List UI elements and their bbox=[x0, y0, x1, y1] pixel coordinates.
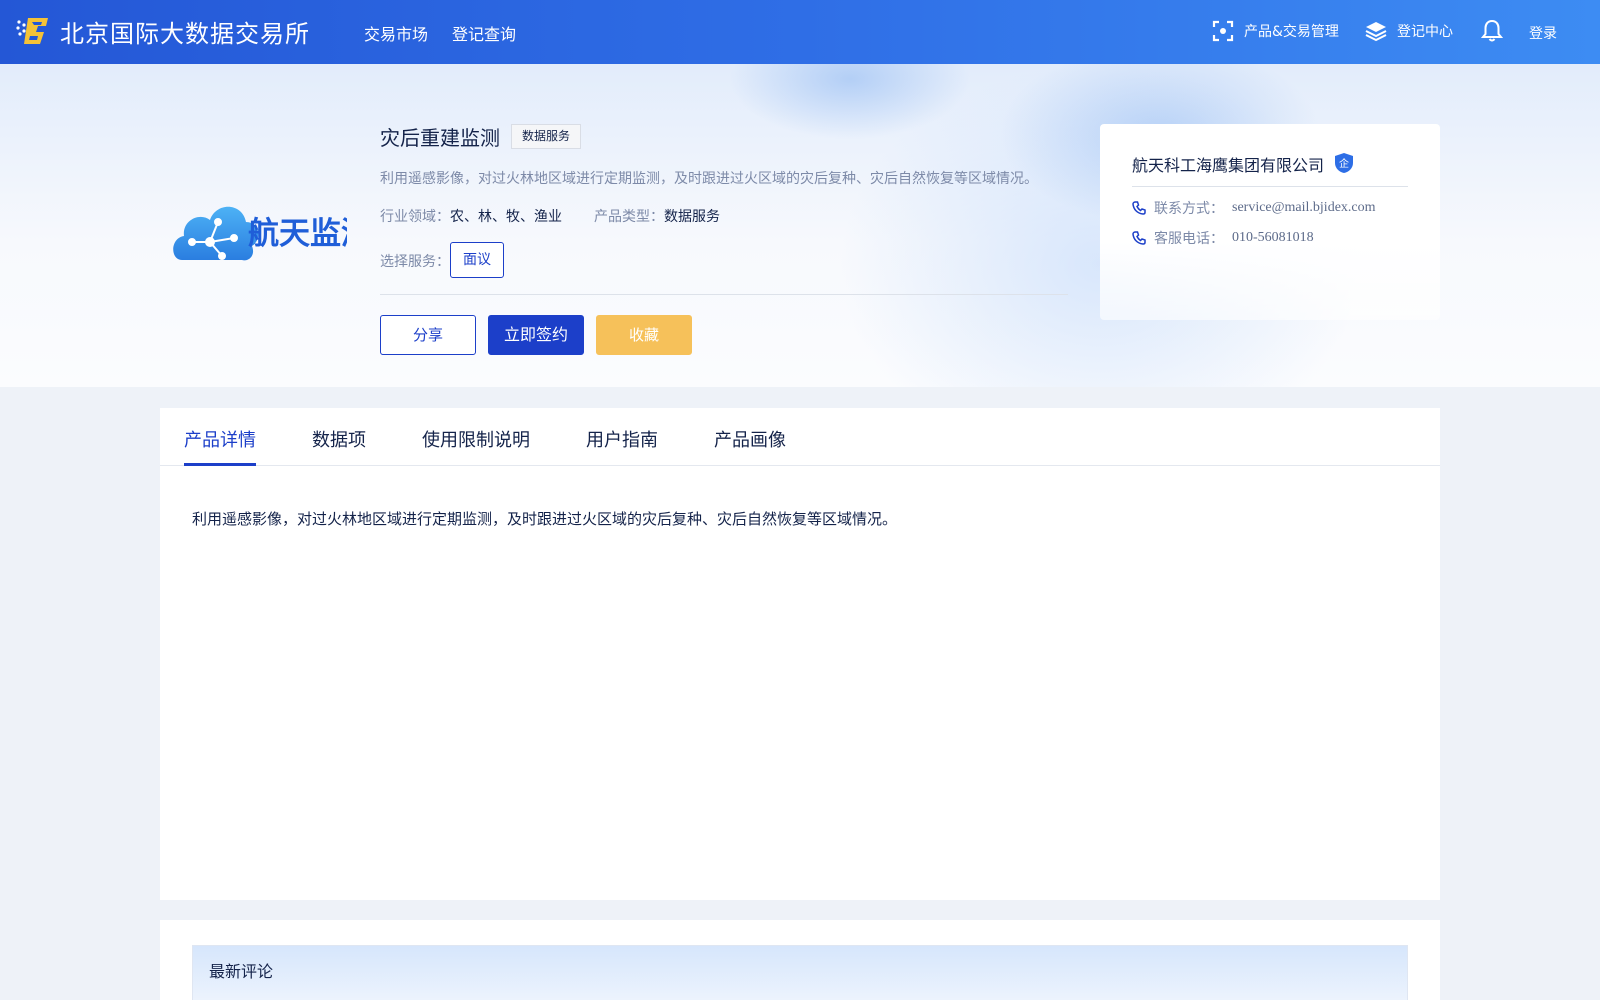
nav-trade-market[interactable]: 交易市场 bbox=[364, 21, 428, 45]
product-type-label: 产品类型： bbox=[594, 209, 664, 225]
scan-icon bbox=[1212, 20, 1234, 42]
company-name[interactable]: 航天科工海鹰集团有限公司 bbox=[1132, 152, 1324, 176]
tab-user-guide[interactable]: 用户指南 bbox=[586, 426, 658, 452]
product-type-value: 数据服务 bbox=[664, 209, 720, 225]
product-title: 灾后重建监测 bbox=[380, 126, 500, 150]
enterprise-verified-icon: 企 bbox=[1335, 153, 1353, 173]
enterprise-badge-text: 企 bbox=[1339, 157, 1349, 170]
nav-register-query[interactable]: 登记查询 bbox=[452, 21, 516, 45]
nav-register-center-label: 登记中心 bbox=[1397, 24, 1453, 40]
phone-number: 010-56081018 bbox=[1232, 230, 1314, 245]
favorite-button[interactable]: 收藏 bbox=[596, 315, 692, 355]
company-divider bbox=[1132, 186, 1408, 187]
nav-register-center[interactable]: 登记中心 bbox=[1365, 20, 1453, 42]
bjidex-logo-icon[interactable] bbox=[16, 14, 52, 48]
contact-row-phone: 客服电话： 010-56081018 bbox=[1132, 228, 1314, 248]
bell-icon[interactable] bbox=[1481, 19, 1503, 43]
product-logo: 航天监测 bbox=[173, 206, 347, 261]
active-tab-underline bbox=[184, 463, 256, 466]
sign-now-button[interactable]: 立即签约 bbox=[488, 315, 584, 355]
comments-title: 最新评论 bbox=[209, 962, 274, 981]
product-tabs-panel: 产品详情 数据项 使用限制说明 用户指南 产品画像 利用遥感影像，对过火林地区域… bbox=[160, 408, 1440, 900]
nav-product-trade-mgmt-label: 产品&交易管理 bbox=[1244, 24, 1339, 40]
nav-product-trade-mgmt[interactable]: 产品&交易管理 bbox=[1212, 20, 1339, 42]
product-logo-text: 航天监测 bbox=[248, 216, 347, 252]
tab-usage-restrictions[interactable]: 使用限制说明 bbox=[422, 426, 530, 452]
contact-row-email: 联系方式： service@mail.bjidex.com bbox=[1132, 198, 1376, 218]
service-option-negotiable[interactable]: 面议 bbox=[450, 242, 504, 278]
tab-product-profile[interactable]: 产品画像 bbox=[714, 426, 786, 452]
product-type-tag: 数据服务 bbox=[511, 124, 582, 149]
login-link[interactable]: 登录 bbox=[1529, 23, 1557, 43]
company-card: 航天科工海鹰集团有限公司 企 联系方式： service@mail.bjidex… bbox=[1100, 124, 1440, 320]
hero-divider bbox=[380, 294, 1068, 295]
tab-data-items[interactable]: 数据项 bbox=[312, 426, 366, 452]
tab-product-details[interactable]: 产品详情 bbox=[184, 426, 256, 452]
phone-label: 客服电话： bbox=[1154, 231, 1224, 247]
contact-email[interactable]: service@mail.bjidex.com bbox=[1232, 200, 1376, 216]
phone-icon bbox=[1132, 201, 1146, 215]
phone-icon bbox=[1132, 231, 1146, 245]
contact-label: 联系方式： bbox=[1154, 201, 1224, 217]
product-type-field: 产品类型：数据服务 bbox=[594, 206, 720, 226]
service-label: 选择服务： bbox=[380, 254, 450, 270]
industry-value: 农、林、牧、渔业 bbox=[450, 209, 562, 225]
product-details-text: 利用遥感影像，对过火林地区域进行定期监测，及时跟进过火区域的灾后复种、灾后自然恢… bbox=[192, 510, 898, 528]
industry-label: 行业领域： bbox=[380, 209, 450, 225]
comments-header: 最新评论 bbox=[192, 945, 1408, 1000]
layers-icon bbox=[1365, 22, 1387, 42]
comments-panel: 最新评论 bbox=[160, 920, 1440, 1000]
industry-field: 行业领域：农、林、牧、渔业 bbox=[380, 206, 562, 226]
product-summary: 利用遥感影像，对过火林地区域进行定期监测，及时跟进过火区域的灾后复种、灾后自然恢… bbox=[380, 171, 1038, 187]
site-name[interactable]: 北京国际大数据交易所 bbox=[60, 14, 310, 49]
tabs-bar: 产品详情 数据项 使用限制说明 用户指南 产品画像 bbox=[160, 408, 1440, 466]
share-button[interactable]: 分享 bbox=[380, 315, 476, 355]
top-navbar: 北京国际大数据交易所 交易市场 登记查询 产品&交易管理 登记中心 登录 bbox=[0, 0, 1600, 64]
